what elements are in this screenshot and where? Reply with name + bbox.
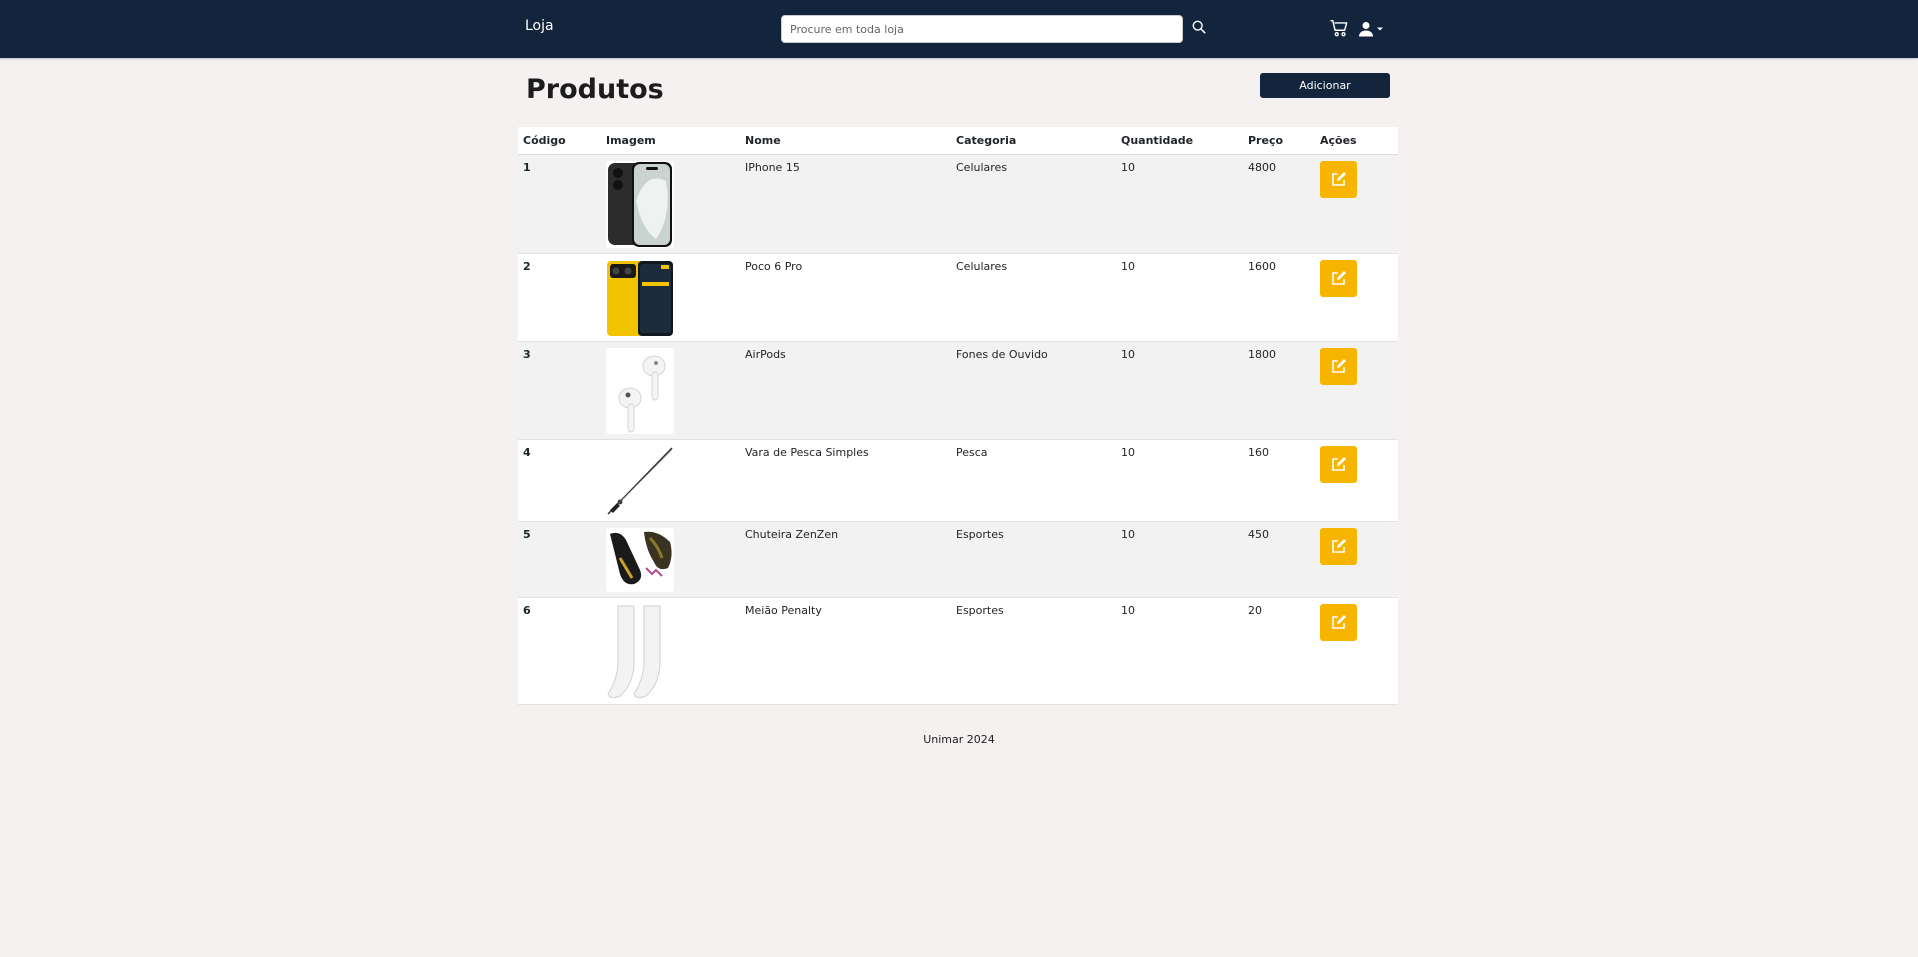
cell-price: 450 — [1243, 521, 1315, 598]
products-table: Código Imagem Nome Categoria Quantidade … — [518, 127, 1398, 705]
user-icon — [1359, 22, 1373, 37]
cell-category: Esportes — [951, 597, 1116, 705]
cell-price: 4800 — [1243, 154, 1315, 254]
user-menu-button[interactable] — [1358, 18, 1388, 40]
cart-icon — [1330, 19, 1348, 36]
cell-name: Vara de Pesca Simples — [740, 439, 951, 522]
edit-button[interactable] — [1320, 160, 1357, 198]
cell-name: AirPods — [740, 341, 951, 440]
header-image: Imagem — [601, 127, 740, 155]
cell-category: Celulares — [951, 154, 1116, 254]
header-price: Preço — [1243, 127, 1315, 155]
table-row: 1 IPhone 15 Celulares 10 4800 — [518, 154, 1398, 254]
cell-name: Chuteira ZenZen — [740, 521, 951, 598]
search-button[interactable] — [1190, 19, 1208, 37]
cell-quantity: 10 — [1116, 439, 1243, 522]
cell-quantity: 10 — [1116, 253, 1243, 342]
cell-name: IPhone 15 — [740, 154, 951, 254]
edit-button[interactable] — [1320, 527, 1357, 565]
iphone-15-image — [606, 160, 674, 248]
cell-quantity: 10 — [1116, 154, 1243, 254]
cell-code: 6 — [518, 597, 601, 705]
soccer-cleats-image — [606, 527, 674, 592]
cell-price: 20 — [1243, 597, 1315, 705]
edit-icon — [1331, 457, 1346, 471]
cell-price: 160 — [1243, 439, 1315, 522]
cell-code: 5 — [518, 521, 601, 598]
cell-code: 2 — [518, 253, 601, 342]
header-actions: Ações — [1315, 127, 1398, 155]
edit-button[interactable] — [1320, 603, 1357, 641]
poco-6-pro-image — [606, 259, 674, 337]
airpods-image — [606, 347, 674, 434]
header-quantity: Quantidade — [1116, 127, 1243, 155]
edit-icon — [1331, 271, 1346, 285]
brand-logo[interactable]: Loja — [525, 18, 554, 34]
table-row: 3 AirPods Fones de Ouvido 10 1800 — [518, 341, 1398, 440]
cell-quantity: 10 — [1116, 341, 1243, 440]
header-category: Categoria — [951, 127, 1116, 155]
cell-category: Celulares — [951, 253, 1116, 342]
footer-text: Unimar 2024 — [923, 733, 995, 746]
header-name: Nome — [740, 127, 951, 155]
add-product-button[interactable]: Adicionar — [1260, 73, 1390, 98]
cell-name: Meião Penalty — [740, 597, 951, 705]
navbar: Loja — [0, 0, 1918, 58]
page-title: Produtos — [526, 74, 664, 105]
table-row: 4 Vara de Pesca Simples Pesca 10 160 — [518, 439, 1398, 522]
edit-button[interactable] — [1320, 445, 1357, 483]
header-code: Código — [518, 127, 601, 155]
search-icon — [1192, 20, 1206, 33]
cell-name: Poco 6 Pro — [740, 253, 951, 342]
cell-price: 1800 — [1243, 341, 1315, 440]
cell-category: Esportes — [951, 521, 1116, 598]
cell-code: 1 — [518, 154, 601, 254]
fishing-rod-image — [606, 445, 674, 516]
edit-icon — [1331, 539, 1346, 553]
edit-icon — [1331, 172, 1346, 186]
cell-category: Pesca — [951, 439, 1116, 522]
table-header-row: Código Imagem Nome Categoria Quantidade … — [518, 127, 1398, 155]
edit-button[interactable] — [1320, 347, 1357, 385]
cell-quantity: 10 — [1116, 597, 1243, 705]
cell-code: 4 — [518, 439, 601, 522]
table-row: 6 Meião Penalty Esportes 10 20 — [518, 597, 1398, 705]
cell-category: Fones de Ouvido — [951, 341, 1116, 440]
cell-code: 3 — [518, 341, 601, 440]
edit-icon — [1331, 615, 1346, 629]
edit-icon — [1331, 359, 1346, 373]
chevron-down-icon — [1377, 27, 1383, 31]
search-input[interactable] — [781, 15, 1183, 43]
cell-quantity: 10 — [1116, 521, 1243, 598]
table-row: 2 Poco 6 Pro Celulares 10 1600 — [518, 253, 1398, 342]
cart-button[interactable] — [1328, 18, 1350, 40]
table-row: 5 Chuteira ZenZen Esportes 10 450 — [518, 521, 1398, 598]
cell-price: 1600 — [1243, 253, 1315, 342]
edit-button[interactable] — [1320, 259, 1357, 297]
soccer-socks-image — [606, 603, 674, 700]
